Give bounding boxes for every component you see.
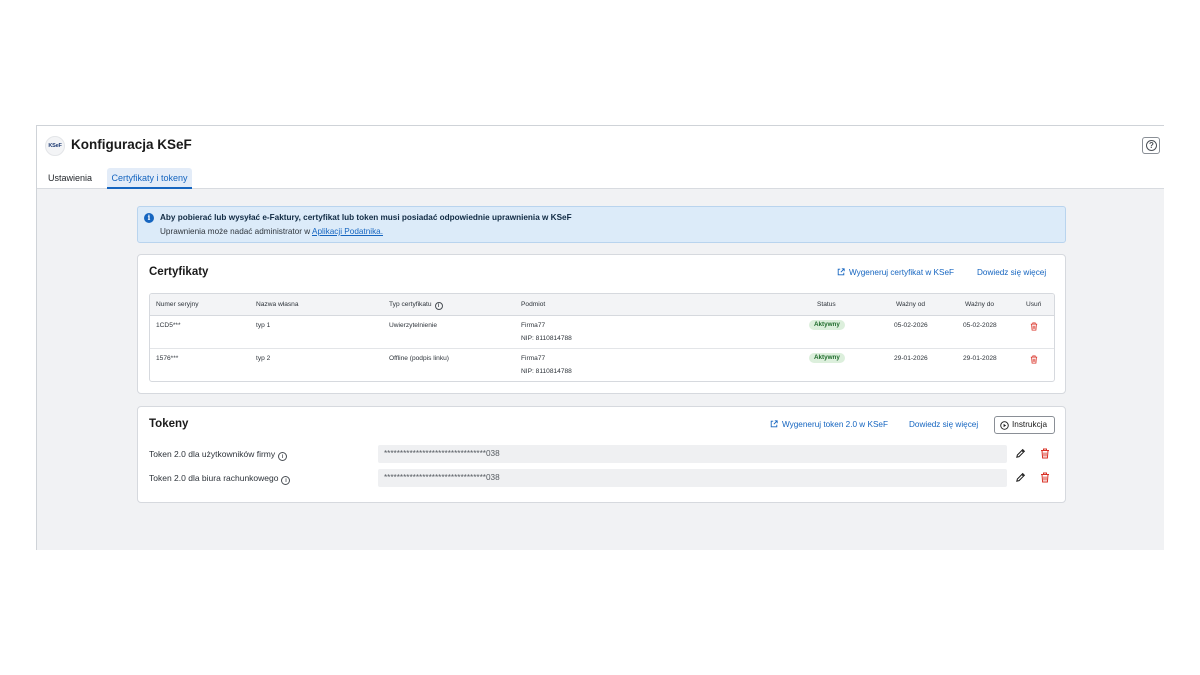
tokens-card: Tokeny Wygeneruj token 2.0 w KSeF Dowied… — [137, 406, 1066, 503]
certificates-table: Numer seryjny Nazwa własna Typ certyfika… — [149, 293, 1055, 382]
cell-name: typ 2 — [256, 355, 271, 362]
header: KSeF Konfiguracja KSeF ? Ustawienia Cert… — [37, 126, 1164, 189]
app-window: KSeF Konfiguracja KSeF ? Ustawienia Cert… — [36, 125, 1164, 550]
page-title: Konfiguracja KSeF — [71, 137, 192, 152]
pencil-icon[interactable] — [1015, 472, 1026, 483]
certificates-learn-more-link[interactable]: Dowiedz się więcej — [977, 268, 1046, 277]
play-circle-icon — [1000, 421, 1009, 430]
tokens-learn-more-link[interactable]: Dowiedz się więcej — [909, 420, 978, 429]
token-field-company[interactable] — [378, 445, 1007, 463]
external-link-icon — [837, 268, 845, 276]
alert-text-prefix: Uprawnienia może nadać administrator w — [160, 227, 312, 236]
status-badge: Aktywny — [809, 353, 845, 363]
col-delete: Usuń — [1026, 301, 1042, 308]
token-label-text: Token 2.0 dla użytkowników firmy — [149, 449, 276, 459]
pencil-icon[interactable] — [1015, 448, 1026, 459]
col-entity: Podmiot — [521, 301, 546, 308]
col-valid-to: Ważny do — [965, 301, 995, 308]
cell-nip: NIP: 8110814788 — [521, 368, 572, 375]
table-header: Numer seryjny Nazwa własna Typ certyfika… — [150, 294, 1054, 316]
generate-token-link[interactable]: Wygeneruj token 2.0 w KSeF — [770, 420, 888, 429]
table-row: 1576*** typ 2 Offline (podpis linku) Fir… — [150, 349, 1054, 381]
tab-certificates-tokens[interactable]: Certyfikaty i tokeny — [107, 168, 192, 189]
info-icon[interactable]: i — [434, 302, 443, 310]
instruction-button[interactable]: Instrukcja — [994, 416, 1055, 434]
cell-type: Offline (podpis linku) — [389, 355, 449, 362]
permissions-alert: i Aby pobierać lub wysyłać e-Faktury, ce… — [137, 206, 1066, 243]
col-valid-from: Ważny od — [896, 301, 926, 308]
info-icon[interactable]: i — [281, 476, 291, 485]
trash-icon[interactable] — [1040, 448, 1050, 459]
col-name: Nazwa własna — [256, 301, 299, 308]
token-field-accounting[interactable] — [378, 469, 1007, 487]
cell-valid-to: 29-01-2028 — [963, 355, 997, 362]
cell-entity: Firma77 — [521, 322, 546, 329]
cell-valid-from: 05-02-2026 — [894, 322, 928, 329]
cell-serial: 1576*** — [156, 355, 179, 362]
alert-title: Aby pobierać lub wysyłać e-Faktury, cert… — [160, 213, 572, 222]
certificates-title: Certyfikaty — [149, 266, 209, 278]
col-type: Typ certyfikatu i — [389, 301, 443, 310]
generate-certificate-link[interactable]: Wygeneruj certyfikat w KSeF — [837, 268, 954, 277]
certificates-card: Certyfikaty Wygeneruj certyfikat w KSeF … — [137, 254, 1066, 394]
cell-type: Uwierzytelnienie — [389, 322, 438, 329]
token-label-text: Token 2.0 dla biura rachunkowego — [149, 473, 279, 483]
table-row: 1CD5*** typ 1 Uwierzytelnienie Firma77 N… — [150, 316, 1054, 349]
ksef-logo: KSeF — [45, 136, 65, 156]
trash-icon[interactable] — [1030, 322, 1038, 331]
trash-icon[interactable] — [1030, 355, 1038, 364]
taxpayer-app-link[interactable]: Aplikacji Podatnika. — [312, 227, 383, 236]
help-icon: ? — [1146, 140, 1157, 151]
col-status: Status — [817, 301, 836, 308]
col-serial: Numer seryjny — [156, 301, 199, 308]
generate-token-label: Wygeneruj token 2.0 w KSeF — [782, 420, 888, 429]
tokens-title: Tokeny — [149, 418, 189, 430]
cell-name: typ 1 — [256, 322, 271, 329]
generate-certificate-label: Wygeneruj certyfikat w KSeF — [849, 268, 955, 277]
instruction-label: Instrukcja — [1012, 420, 1048, 429]
info-icon: i — [144, 213, 154, 223]
cell-entity: Firma77 — [521, 355, 546, 362]
status-badge: Aktywny — [809, 320, 845, 330]
cell-nip: NIP: 8110814788 — [521, 335, 572, 342]
alert-text: Uprawnienia może nadać administrator w A… — [160, 227, 383, 236]
col-type-label: Typ certyfikatu — [389, 301, 432, 308]
help-button[interactable]: ? — [1142, 137, 1160, 154]
cell-valid-to: 05-02-2028 — [963, 322, 997, 329]
info-icon[interactable]: i — [278, 452, 288, 461]
cell-serial: 1CD5*** — [156, 322, 181, 329]
trash-icon[interactable] — [1040, 472, 1050, 483]
token-label-company: Token 2.0 dla użytkowników firmy i — [149, 449, 288, 461]
external-link-icon — [770, 420, 778, 428]
token-label-accounting: Token 2.0 dla biura rachunkowego i — [149, 473, 291, 485]
cell-valid-from: 29-01-2026 — [894, 355, 928, 362]
tab-settings[interactable]: Ustawienia — [48, 168, 92, 189]
